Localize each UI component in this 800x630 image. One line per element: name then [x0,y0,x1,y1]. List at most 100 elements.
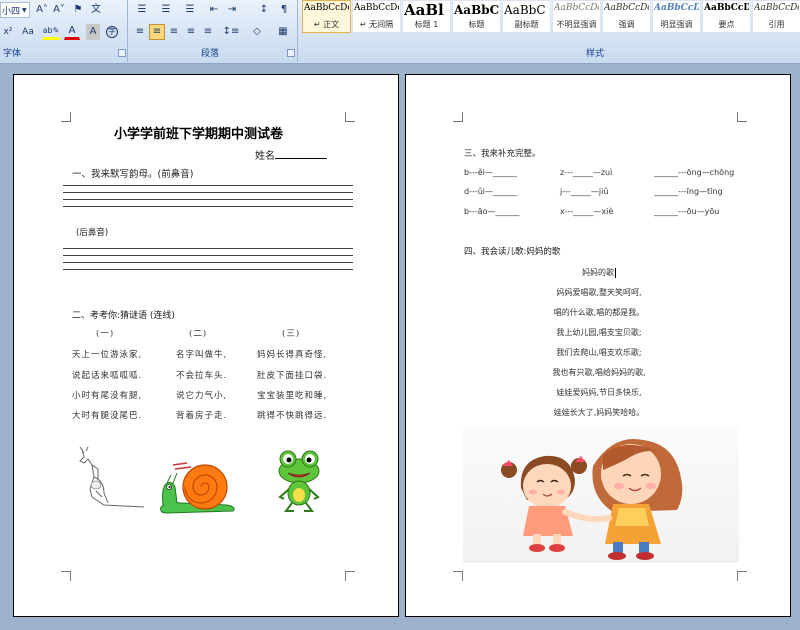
phonetic-guide-button[interactable]: 文 [88,2,104,18]
clear-format-button[interactable]: ⚑ [70,2,86,18]
style-sample-text: AaBbCcDd [654,3,699,13]
poem-title-text: 妈妈的歌 [582,268,614,277]
style-name: 明显强调 [660,20,693,29]
writing-line [63,269,353,270]
multilevel-list-button[interactable]: ☰ [180,2,200,18]
style-tile[interactable]: AaBl 标题 1 [402,0,451,33]
styles-group-label: 样式 [585,49,604,59]
decrease-indent-icon: ⇤ [209,4,219,15]
clear-format-icon: ⚑ [73,4,83,15]
grow-font-button[interactable]: A˄ [34,2,50,18]
distribute-button[interactable]: ≡ [200,24,216,40]
numbering-button[interactable]: ☰ [156,2,176,18]
sort-button[interactable]: ↕ [256,2,272,18]
style-name: 不明显强调 [556,20,597,29]
bullets-button[interactable]: ☰ [132,2,152,18]
char-shading-icon: A [89,26,97,37]
bullets-icon: ☰ [137,4,147,15]
section-4-heading: 四、我会读儿歌:妈妈的歌 [464,247,561,257]
riddle-line: 宝宝装里吃和睡, [257,391,328,401]
style-name: ↵ 正文 [313,20,340,29]
style-sample-text: AaBbC [454,3,499,17]
highlight-button[interactable]: ab✎ [42,24,60,40]
style-sample-text: AaBbCcD [704,3,749,13]
char-shading-button[interactable]: A [86,24,100,40]
mother-child-illustration[interactable] [463,426,739,563]
riddle-header-1: (一) [96,329,115,339]
style-tile[interactable]: AaBbC 副标题 [502,0,551,33]
style-tile[interactable]: AaBbCcDd ↵ 无间隔 [352,0,401,33]
riddle-header-3: (三) [282,329,301,339]
style-tile[interactable]: AaBbCcDd 不明显强调 [552,0,601,33]
document-page-1[interactable]: 小学学前班下学期期中测试卷 姓名 一、我来默写韵母。(前鼻音) (后鼻音) 二、… [13,74,399,617]
poem-line: 我们去爬山,唱支欢乐歌; [556,348,642,357]
riddle-line: 背着房子走. [176,411,228,421]
riddle-line: 不会拉车头. [176,371,228,381]
shrink-font-icon: A˅ [53,4,65,15]
poem-title[interactable]: 妈妈的歌 [406,267,790,278]
document-page-2[interactable]: 三、我来补充完整。 b---ěi—______ z---_____—zuì __… [405,74,791,617]
chevron-down-icon: ▼ [22,6,27,14]
style-name: 副标题 [514,20,539,29]
line-spacing-icon: ↕≡ [222,26,240,37]
frog-picture[interactable] [276,449,322,515]
riddle-line: 小时有尾没有腿, [72,391,143,401]
crop-mark [737,571,747,581]
riddle-line: 大时有腿没尾巴. [72,411,143,421]
riddle-line: 天上一位游泳家, [72,350,143,360]
style-tile[interactable]: AaBbCcDd 强调 [602,0,651,33]
style-sample-text: AaBbC [504,3,546,17]
numbering-icon: ☰ [161,4,171,15]
center-button[interactable]: ≡ [149,24,165,40]
style-sample-text: AaBbCcDd [304,3,349,13]
section-2-heading: 二、考考你:猜谜语 (连线) [72,311,175,321]
style-tile[interactable]: AaBbCcDd ↵ 正文 [302,0,351,33]
increase-indent-button[interactable]: ⇥ [224,2,240,18]
poem-line: 妈妈爱唱歌,整天笑呵呵, [556,288,642,297]
pinyin-blank: ______---ōu—yōu [654,207,720,216]
paragraph-dialog-launcher[interactable] [287,49,295,57]
style-sample-text: AaBbCcDd [604,3,649,13]
writing-line [63,262,353,263]
font-size-dropdown[interactable]: 小四 ▼ [0,2,30,18]
increase-indent-icon: ⇥ [227,4,237,15]
line-spacing-button[interactable]: ↕≡ [220,24,242,40]
font-dialog-launcher[interactable] [118,49,126,57]
group-separator [127,0,128,62]
paragraph-group-label: 段落 [200,49,219,59]
snail-picture[interactable] [157,457,241,517]
crop-mark [61,112,71,122]
superscript-button[interactable]: x² [0,24,16,40]
grow-font-icon: A˄ [36,4,48,15]
style-sample-text: AaBbCcDd [554,3,599,13]
style-name: 标题 1 [414,20,439,29]
riddle-header-2: (二) [189,329,208,339]
style-sample-text: AaBbCcDd [754,3,799,13]
align-right-icon: ≡ [169,26,179,37]
style-tile[interactable]: AaBbCcDd 明显强调 [652,0,701,33]
enclose-char-button[interactable]: 字 [104,24,120,40]
style-tile[interactable]: AaBbC 标题 [452,0,501,33]
poem-line: 娃娃爱妈妈,节日多快乐, [556,388,642,397]
shrink-font-button[interactable]: A˅ [51,2,67,18]
pilcrow-icon: ¶ [280,4,288,15]
font-color-button[interactable]: A [64,24,80,40]
kangaroo-picture[interactable] [74,445,148,509]
style-tile[interactable]: AaBbCcD 要点 [702,0,751,33]
align-right-button[interactable]: ≡ [166,24,182,40]
shading-button[interactable]: ◇ [246,24,268,40]
writing-line [63,206,353,207]
writing-line [63,185,353,186]
distribute-icon: ≡ [203,26,213,37]
style-name: 标题 [468,20,485,29]
borders-button[interactable]: ▦ [272,24,294,40]
style-tile[interactable]: AaBbCcDd 引用 [752,0,800,33]
justify-button[interactable]: ≡ [183,24,199,40]
back-nasal-subheading: (后鼻音) [76,228,109,238]
decrease-indent-button[interactable]: ⇤ [206,2,222,18]
align-left-button[interactable]: ≡ [132,24,148,40]
crop-mark [453,571,463,581]
change-case-button[interactable]: Aa [18,24,38,40]
show-marks-button[interactable]: ¶ [276,2,292,18]
style-sample-text: AaBbCcDd [354,3,399,13]
